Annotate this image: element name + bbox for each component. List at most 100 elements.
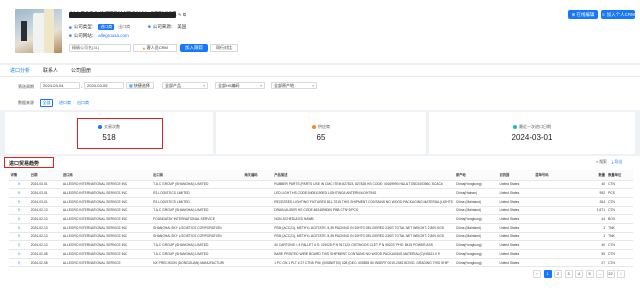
pagination-page-button[interactable]: 1 [543,270,552,278]
edit-icon[interactable]: ✎ [178,12,181,17]
source-option-exporter[interactable]: 出口商 [77,100,89,106]
pagination-page-button[interactable]: 2 [554,270,562,278]
cell-product-desc: RUBBER PARTS (PARTS USE IN CMC ITEM 8278… [272,180,455,190]
cell-quantity: 1 [570,232,607,242]
company-search-input[interactable]: 精确公司名(31) [69,44,131,52]
cell-hs-code [242,197,273,207]
col-exporter[interactable]: 出口商 [151,170,243,181]
detail-view-icon[interactable]: ⎘ [9,180,30,190]
table-row[interactable]: ⎘ 2024-02-13 ALLEGRO INTERNATIONAL SERVICE… [9,214,633,224]
col-bill-no[interactable]: 提单号码 [533,170,571,181]
col-destination[interactable]: 目的国 [497,170,534,181]
cell-importer: ALLEGRO INTERNATIONAL SERVICE INC [61,249,152,259]
date-separator: - [81,84,83,89]
table-row[interactable]: ⎘ 2024-03-01 ALLEGRO INTERNATIONAL SERVICE… [9,188,633,198]
cell-exporter: SHANGHAI SKY LOGISTICS CORPORATION [151,223,243,233]
cell-date: 2024-02-08 [29,249,62,259]
cell-quantity: 44 [570,214,607,224]
pagination-page-button[interactable]: 4 [575,270,583,278]
cell-hs-code [242,188,273,198]
col-quantity[interactable]: 数量 [570,170,607,181]
col-origin[interactable]: 原产地 [454,170,498,181]
cell-product-desc: NON-SCHEDULED HAWB [272,214,455,224]
col-hs-code[interactable]: 海关编码 [242,170,273,181]
cell-quantity: 1,671 [570,206,607,216]
compare-button[interactable]: 同行对比 [210,44,238,52]
table-row[interactable]: ⎘ 2024-03-01 ALLEGRO INTERNATIONAL SERVICE… [9,180,633,190]
detail-view-icon[interactable]: ⎘ [9,214,30,224]
online-edit-button[interactable]: ⊕ 在线编辑 [568,10,598,19]
origin-select[interactable]: 全部原产地 ▾ [271,82,317,89]
cell-importer: ALLEGRO INTERNATIONAL SERVICE INC [61,223,152,233]
quick-select-dropdown[interactable]: ▦ 快捷选择 [126,82,154,89]
copy-icon[interactable]: ⧉ [183,12,186,17]
cell-bill-no [533,197,571,207]
date-start-field[interactable]: 2024-03-04 [40,82,80,89]
table-row[interactable]: ⎘ 2024-02-08 ALLEGRO INTERNATIONAL SERVICE… [9,249,633,259]
detail-view-icon[interactable]: ⎘ [9,232,30,242]
hs-code-select[interactable]: 全部HS编码 ▾ [215,82,265,89]
table-row[interactable]: ⎘ 2024-02-13 ALLEGRO INTERNATIONAL SERVICE… [9,223,633,233]
pagination-page-button[interactable]: ... [596,270,604,278]
cell-origin: China(Hongkong) [454,214,498,224]
cell-bill-no [533,240,571,250]
pagination-page-button[interactable]: 22 [606,270,615,278]
website-link[interactable]: allegrousa.com [98,33,129,39]
records-export-action[interactable]: ⤓ 导出 [612,160,622,165]
table-row[interactable]: ⎘ 2024-03-01 ALLEGRO INTERNATIONAL SERVICE… [9,197,633,207]
cell-date: 2024-02-13 [29,232,62,242]
cell-destination: United States [497,249,534,259]
cell-origin: China (Mainland) [454,223,498,233]
detail-view-icon[interactable]: ⎘ [9,188,30,198]
detail-view-icon[interactable]: ⎘ [9,258,30,268]
user-icon: ☺ [601,12,606,17]
col-unit[interactable]: 数量单位 [606,170,633,181]
table-row[interactable]: ⎘ 2024-02-13 ALLEGRO INTERNATIONAL SERVICE… [9,232,633,242]
table-row[interactable]: ⎘ 2024-02-08 ALLEGRO INTERNATIONAL SERVICE… [9,258,633,268]
cell-unit: BOX [606,214,633,224]
cell-importer: ALLEGRO INTERNATIONAL SERVICE INC [61,232,152,242]
cell-product-desc: LED LIGHT HS CODE:94051190ED LIGHTING/LA… [272,188,455,198]
add-crm-button[interactable]: ☺ 加入个人CRM [601,10,635,19]
cell-destination: United States [497,197,534,207]
cell-date: 2024-02-13 [29,240,62,250]
col-product-desc[interactable]: 产品描述 [272,170,455,181]
quick-select-label: 快捷选择 [133,82,150,88]
cell-destination: United States [497,258,534,268]
detail-view-icon[interactable]: ⎘ [9,240,30,250]
table-row[interactable]: ⎘ 2024-02-13 ALLEGRO INTERNATIONAL SERVICE… [9,206,633,216]
date-end-field[interactable]: 2024-03-05 [84,82,124,89]
source-label: 公司来源： [152,24,176,29]
records-search-action[interactable]: ⌕ 搜索 [596,160,607,165]
table-row[interactable]: ⎘ 2024-02-13 ALLEGRO INTERNATIONAL SERVICE… [9,240,633,250]
col-date[interactable]: 日期 [29,170,62,181]
records-table: 详情 日期 进口商 出口商 海关编码 产品描述 原产地 目的国 提单号码 数量 … [9,170,633,268]
pagination-page-button[interactable]: 5 [585,270,594,278]
pagination-next-button[interactable]: › [617,270,625,278]
type-tag-exporter: 出口商 [118,24,131,29]
cell-bill-no [533,232,571,242]
product-select[interactable]: 全部产品 ▾ [162,82,208,89]
search-placeholder: 精确公司名(31) [72,45,100,50]
source-option-all[interactable]: 全部 [40,99,53,107]
records-export-label: 导出 [614,160,623,164]
trade-button[interactable]: 加入跟踪 [180,44,208,52]
cell-importer: ALLEGRO INTERNATIONAL SERVICE INC [61,214,152,224]
data-source-label: 数据来源 [18,100,34,105]
company-type-row: ■ 公司类型： 进口商 出口商 [69,24,132,30]
cell-bill-no [533,180,571,190]
detail-view-icon[interactable]: ⎘ [9,197,30,207]
detail-view-icon[interactable]: ⎘ [9,249,30,259]
pagination-prev-button[interactable]: ‹ [533,270,541,278]
detail-view-icon[interactable]: ⎘ [9,206,30,216]
product-select-value: 全部产品 [165,82,181,88]
crm-button[interactable]: ★ 客人员CRM [133,44,177,52]
col-importer[interactable]: 进口商 [61,170,152,181]
detail-view-icon[interactable]: ⎘ [9,223,30,233]
pagination-page-button[interactable]: 3 [564,270,573,278]
cell-quantity: 264 [570,197,607,207]
info-icon: ■ [69,24,72,30]
source-option-importer[interactable]: 进口商 [59,100,71,106]
cell-product-desc: PSM (ACC21), METHYL ACETATE, 5,35 PACKIN… [272,223,455,233]
cell-date: 2024-02-13 [29,206,62,216]
